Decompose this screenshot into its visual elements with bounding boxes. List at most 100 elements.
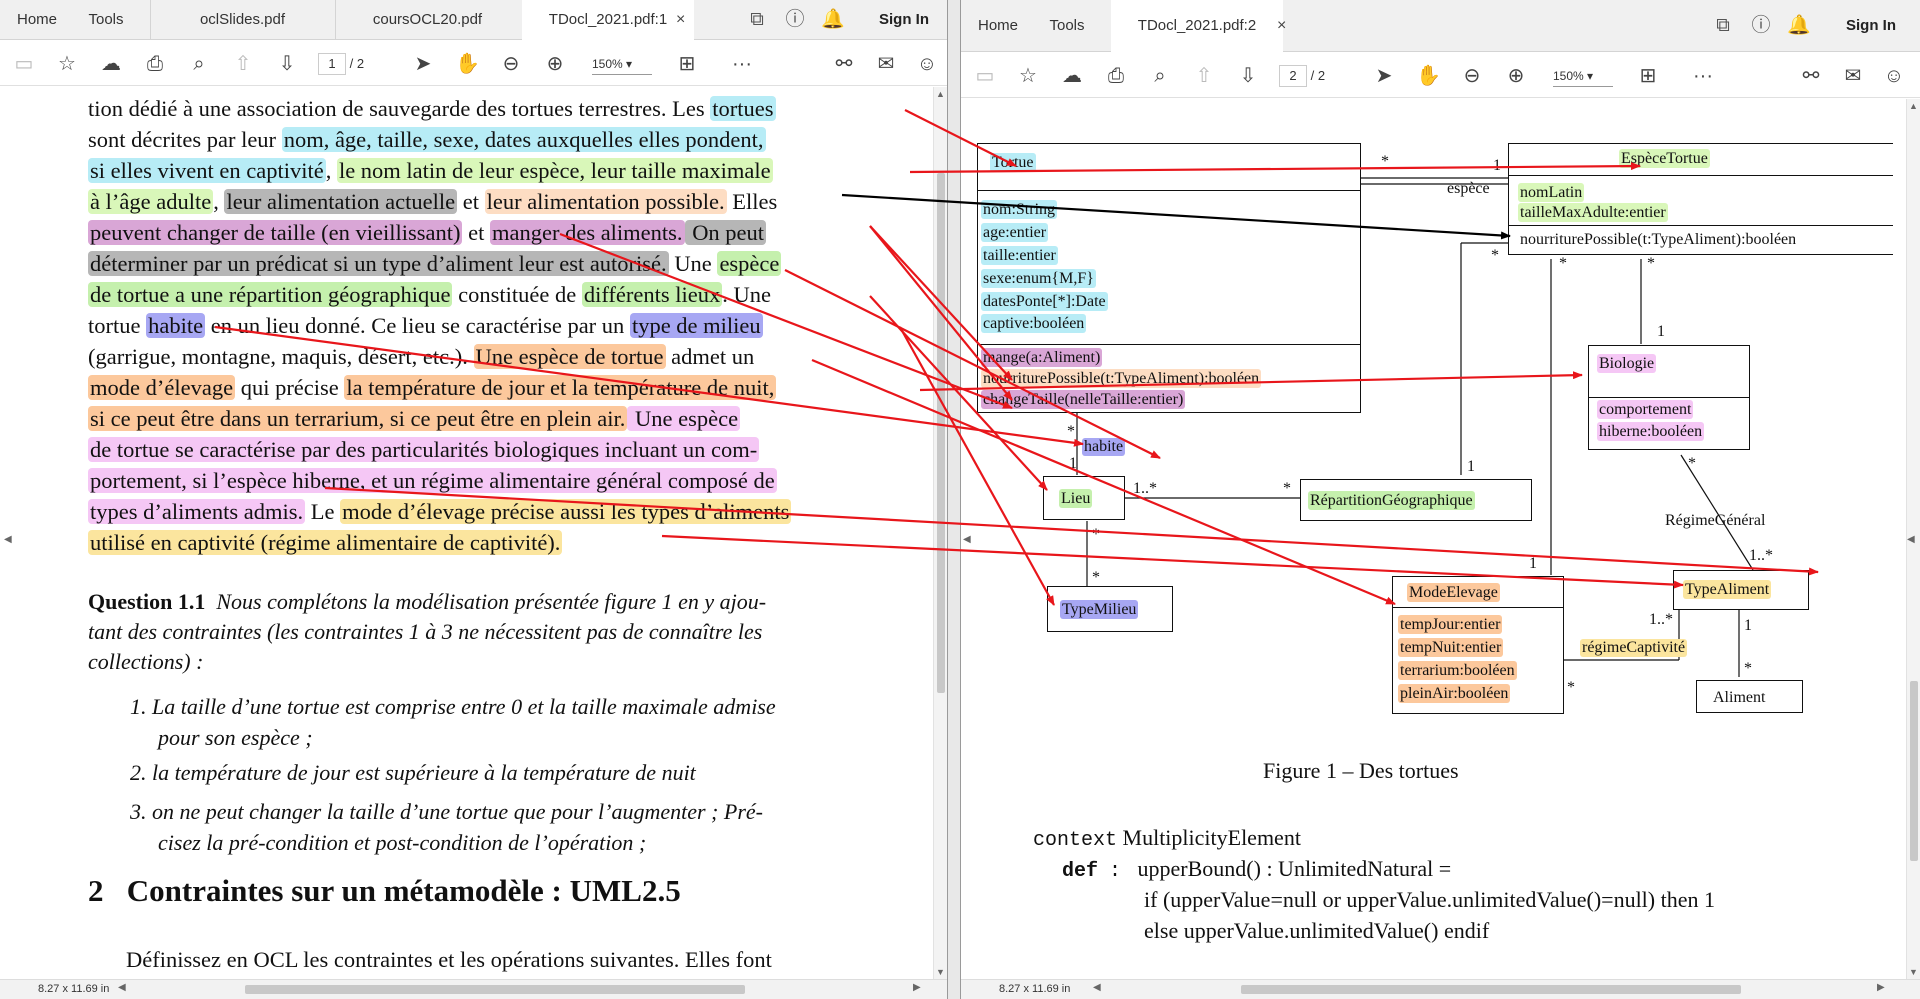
class-name: EspèceTortue xyxy=(1619,149,1710,168)
highlight-espece-attrs: le nom latin de leur espèce, leur taille… xyxy=(336,158,773,183)
search-zoom-icon[interactable]: ⌕ xyxy=(187,52,211,76)
search-zoom-icon[interactable]: ⌕ xyxy=(1148,64,1172,88)
print-icon[interactable]: ⎙ xyxy=(1104,64,1128,88)
multiplicity: 1..* xyxy=(1133,480,1157,497)
class-operation: changeTaille(nelleTaille:entier) xyxy=(981,390,1186,409)
page-display-icon[interactable]: ⊞ xyxy=(675,52,699,76)
highlight-biologie-cont: portement, si l’espèce hiberne, et un ré… xyxy=(88,468,777,493)
upload-cloud-icon[interactable]: ☁ xyxy=(99,52,123,76)
scroll-left-icon[interactable]: ◀ xyxy=(1093,982,1101,993)
tab-tdocl-1[interactable]: TDocl_2021.pdf:1 xyxy=(522,0,694,41)
hand-tool-icon[interactable]: ✋ xyxy=(1416,64,1441,88)
hand-tool-icon[interactable]: ✋ xyxy=(455,52,480,76)
multiplicity: 1 xyxy=(1529,555,1537,572)
more-options-icon[interactable]: ··· xyxy=(1691,64,1715,88)
collapse-left-pane-icon[interactable]: ◀ xyxy=(4,534,12,545)
highlight-age-adulte: à l’âge adulte xyxy=(88,189,214,214)
scroll-thumb[interactable] xyxy=(1910,681,1918,861)
scroll-right-icon[interactable]: ▶ xyxy=(913,982,921,993)
uml-diagram-page: Tortue nom:String age:entier taille:enti… xyxy=(961,99,1893,979)
help-icon[interactable]: ⓘ xyxy=(783,9,807,31)
bookmark-star-icon[interactable]: ☆ xyxy=(55,52,79,76)
multiplicity: * xyxy=(1067,423,1075,440)
save-icon[interactable]: ▭ xyxy=(12,52,36,76)
prev-page-icon[interactable]: ⇧ xyxy=(231,52,255,76)
text-line: de tortue a une répartition géographique… xyxy=(88,282,771,307)
tab-tdocl-2[interactable]: TDocl_2021.pdf:2 xyxy=(1111,0,1283,53)
zoom-in-icon[interactable]: ⊕ xyxy=(543,52,567,76)
zoom-select[interactable]: 150% ▾ xyxy=(1553,65,1613,87)
highlight-espece-admet: Une espèce de tortue xyxy=(473,344,666,369)
share-screen-icon[interactable]: ⧉ xyxy=(1711,15,1735,37)
class-attribute: age:entier xyxy=(981,223,1049,242)
zoom-in-icon[interactable]: ⊕ xyxy=(1504,64,1528,88)
zoom-out-icon[interactable]: ⊖ xyxy=(499,52,523,76)
horizontal-scroll-thumb[interactable] xyxy=(245,985,745,994)
prev-page-icon[interactable]: ⇧ xyxy=(1192,64,1216,88)
scroll-up-icon[interactable]: ▲ xyxy=(1909,101,1918,111)
help-icon[interactable]: ⓘ xyxy=(1749,15,1773,37)
zoom-out-icon[interactable]: ⊖ xyxy=(1460,64,1484,88)
tab-coursocl[interactable]: coursOCL20.pdf xyxy=(335,0,520,40)
mail-icon[interactable]: ✉ xyxy=(874,52,898,76)
page-number-input[interactable]: 1 xyxy=(318,53,346,75)
close-tab-icon[interactable]: × xyxy=(676,0,685,40)
notification-bell-icon[interactable]: 🔔 xyxy=(1787,15,1811,37)
next-page-icon[interactable]: ⇩ xyxy=(275,52,299,76)
print-icon[interactable]: ⎙ xyxy=(143,52,167,76)
mail-icon[interactable]: ✉ xyxy=(1841,64,1865,88)
share-screen-icon[interactable]: ⧉ xyxy=(745,9,769,31)
chevron-down-icon: ▾ xyxy=(1587,69,1594,83)
left-document-view[interactable]: tion dédié à une association de sauvegar… xyxy=(0,87,933,979)
collapse-right-pane-icon[interactable]: ◀ xyxy=(1907,534,1915,545)
page-size-label: 8.27 x 11.69 in xyxy=(999,983,1071,995)
tab-oclslides[interactable]: oclSlides.pdf xyxy=(150,0,335,40)
window-gap xyxy=(948,0,960,999)
zoom-select[interactable]: 150% ▾ xyxy=(592,53,652,75)
account-icon[interactable]: ☺ xyxy=(1882,64,1906,88)
link-icon[interactable]: ⚯ xyxy=(832,52,856,76)
notification-bell-icon[interactable]: 🔔 xyxy=(821,9,845,31)
sign-in-button[interactable]: Sign In xyxy=(866,0,942,40)
keyword: context xyxy=(1033,829,1118,852)
text-line: si elles vivent en captivité, le nom lat… xyxy=(88,158,773,183)
home-tab[interactable]: Home xyxy=(961,0,1035,52)
link-icon[interactable]: ⚯ xyxy=(1799,64,1823,88)
save-icon[interactable]: ▭ xyxy=(973,64,997,88)
left-vertical-scrollbar[interactable]: ▲ ▼ xyxy=(933,87,947,979)
text-line: (garrigue, montagne, maquis, désert, etc… xyxy=(88,344,755,369)
sign-in-button[interactable]: Sign In xyxy=(1831,0,1911,52)
section-heading: 2 Contraintes sur un métamodèle : UML2.5 xyxy=(88,873,681,908)
class-attribute: terrarium:booléen xyxy=(1398,661,1517,680)
scroll-thumb[interactable] xyxy=(937,173,945,693)
bookmark-star-icon[interactable]: ☆ xyxy=(1016,64,1040,88)
collapse-left-pane-icon[interactable]: ◀ xyxy=(963,534,971,545)
close-tab-icon[interactable]: × xyxy=(1277,0,1286,52)
uml-class-typemilieu: TypeMilieu xyxy=(1047,586,1173,632)
select-cursor-icon[interactable]: ➤ xyxy=(411,52,435,76)
scroll-left-icon[interactable]: ◀ xyxy=(118,982,126,993)
class-attribute: captive:booléen xyxy=(981,314,1087,333)
uml-class-tortue: Tortue nom:String age:entier taille:enti… xyxy=(977,143,1361,413)
tools-tab[interactable]: Tools xyxy=(74,0,138,40)
scroll-right-icon[interactable]: ▶ xyxy=(1877,982,1885,993)
scroll-up-icon[interactable]: ▲ xyxy=(936,89,945,99)
scroll-down-icon[interactable]: ▼ xyxy=(1909,967,1918,977)
home-tab[interactable]: Home xyxy=(0,0,74,40)
page-number-input[interactable]: 2 xyxy=(1279,65,1307,87)
left-pdf-window: Home Tools oclSlides.pdf coursOCL20.pdf … xyxy=(0,0,948,999)
upload-cloud-icon[interactable]: ☁ xyxy=(1060,64,1084,88)
next-page-icon[interactable]: ⇩ xyxy=(1236,64,1260,88)
tools-tab[interactable]: Tools xyxy=(1035,0,1099,52)
class-divider xyxy=(978,190,1360,191)
ocl-code-line: else upperValue.unlimitedValue() endif xyxy=(1144,918,1490,943)
class-name: Tortue xyxy=(990,153,1036,172)
horizontal-scroll-thumb[interactable] xyxy=(1241,985,1741,994)
right-document-view[interactable]: Tortue nom:String age:entier taille:enti… xyxy=(961,99,1906,979)
highlight-terrarium: si ce peut être dans un terrarium, si ce… xyxy=(88,406,628,431)
scroll-down-icon[interactable]: ▼ xyxy=(936,967,945,977)
select-cursor-icon[interactable]: ➤ xyxy=(1372,64,1396,88)
more-options-icon[interactable]: ··· xyxy=(730,52,754,76)
account-icon[interactable]: ☺ xyxy=(915,52,939,76)
page-display-icon[interactable]: ⊞ xyxy=(1636,64,1660,88)
